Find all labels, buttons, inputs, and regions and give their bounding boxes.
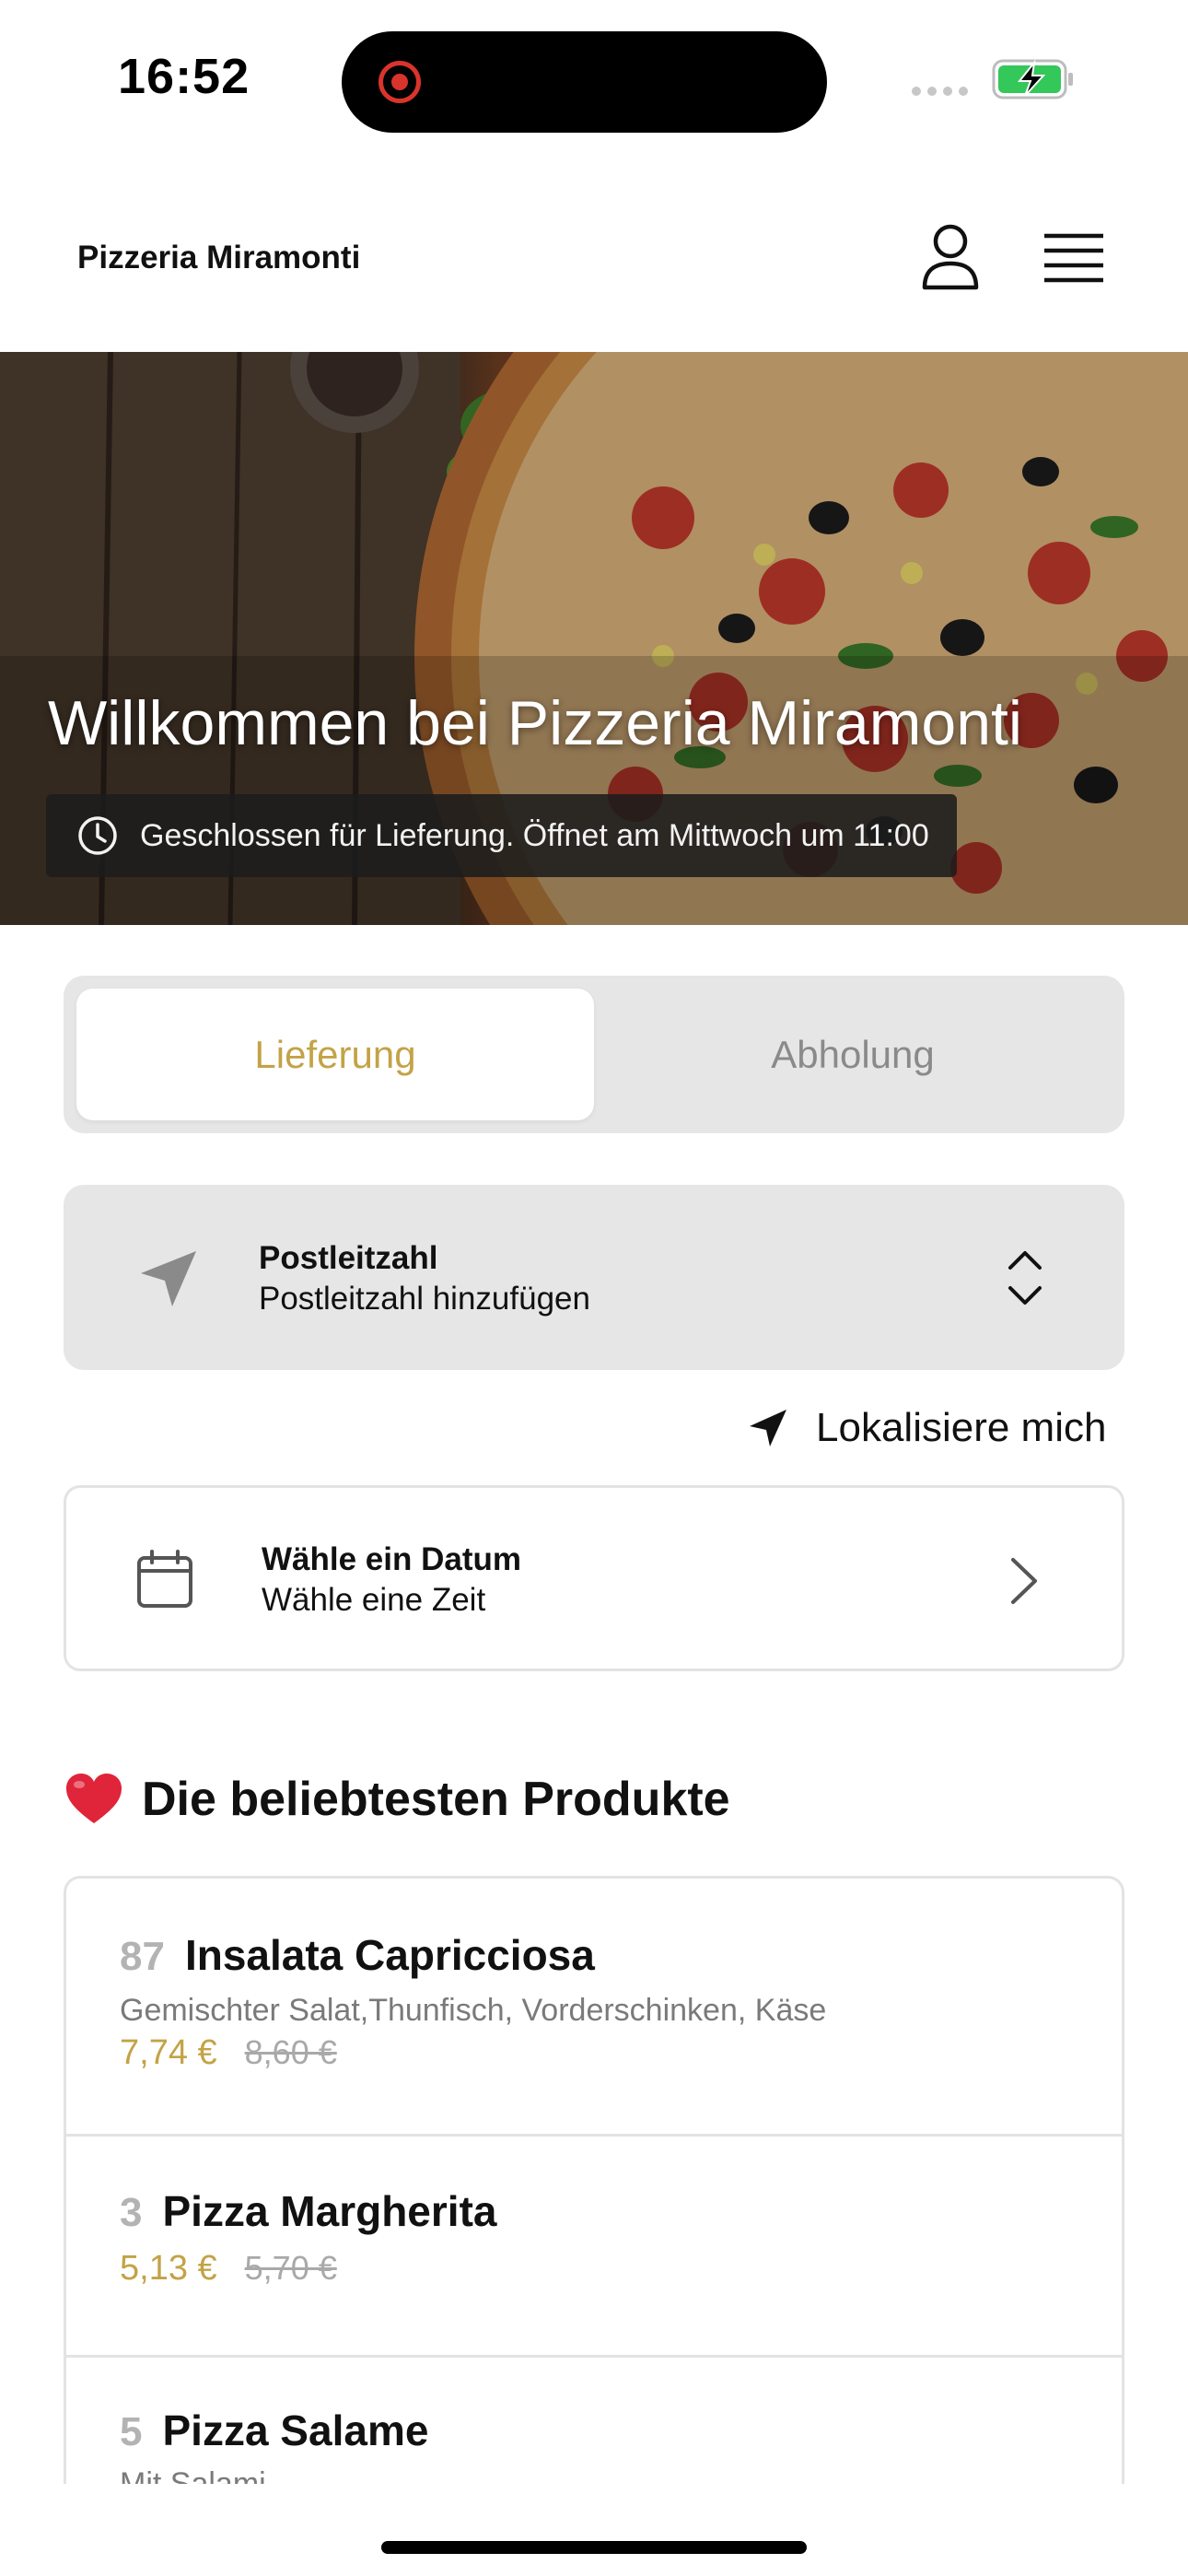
tab-pickup[interactable]: Abholung	[594, 989, 1112, 1120]
postal-code-placeholder: Postleitzahl hinzufügen	[259, 1281, 590, 1317]
list-item[interactable]: 87 Insalata Capricciosa Gemischter Salat…	[66, 1879, 1122, 2137]
popular-products-list: 87 Insalata Capricciosa Gemischter Salat…	[64, 1876, 1124, 2484]
clock-icon	[78, 816, 117, 855]
postal-code-selector[interactable]: Postleitzahl Postleitzahl hinzufügen	[64, 1185, 1124, 1370]
list-item[interactable]: 3 Pizza Margherita 5,13 € 5,70 €	[66, 2137, 1122, 2358]
navigation-arrow-icon	[141, 1251, 196, 1306]
product-name: Insalata Capricciosa	[184, 1931, 595, 1979]
chevron-up-down-icon	[1008, 1251, 1042, 1305]
locate-me-label: Lokalisiere mich	[816, 1405, 1107, 1450]
app-header: Pizzeria Miramonti	[0, 184, 1188, 352]
product-number: 87	[120, 1934, 165, 1979]
user-account-icon[interactable]	[914, 221, 987, 295]
product-price: 5,13 €	[120, 2249, 217, 2288]
product-old-price: 5,70 €	[244, 2249, 337, 2287]
dynamic-island	[342, 31, 827, 133]
opening-status-badge: Geschlossen für Lieferung. Öffnet am Mit…	[46, 794, 957, 877]
list-item[interactable]: 5 Pizza Salame Mit Salami	[66, 2358, 1122, 2484]
hero-title: Willkommen bei Pizzeria Miramonti	[48, 688, 1023, 758]
battery-charging-icon	[992, 59, 1073, 100]
hamburger-menu-icon[interactable]	[1037, 227, 1111, 291]
opening-status-text: Geschlossen für Lieferung. Öffnet am Mit…	[140, 817, 929, 853]
home-indicator[interactable]	[381, 2541, 807, 2554]
product-name: Pizza Margherita	[162, 2187, 497, 2235]
date-label: Wähle ein Datum	[262, 1541, 521, 1577]
product-name: Pizza Salame	[162, 2406, 429, 2454]
product-description: Mit Salami	[120, 2466, 266, 2484]
product-price: 7,74 €	[120, 2033, 217, 2072]
status-bar: 16:52	[0, 0, 1188, 157]
heart-icon	[66, 1774, 122, 1823]
hero-banner: Willkommen bei Pizzeria Miramonti Geschl…	[0, 352, 1188, 925]
location-arrow-icon	[750, 1410, 786, 1446]
locate-me-button[interactable]: Lokalisiere mich	[748, 1400, 1106, 1456]
product-number: 5	[120, 2409, 143, 2454]
tab-delivery[interactable]: Lieferung	[76, 989, 594, 1120]
calendar-icon	[137, 1550, 192, 1608]
product-number: 3	[120, 2190, 143, 2235]
brand-name[interactable]: Pizzeria Miramonti	[77, 240, 360, 276]
product-old-price: 8,60 €	[244, 2033, 337, 2071]
postal-code-label: Postleitzahl	[259, 1240, 438, 1276]
cellular-signal-icon	[912, 87, 968, 96]
popular-products-heading: Die beliebtesten Produkte	[64, 1767, 730, 1832]
order-mode-toggle: Lieferung Abholung	[64, 976, 1124, 1133]
status-time: 16:52	[118, 49, 250, 104]
date-time-selector[interactable]: Wähle ein Datum Wähle eine Zeit	[64, 1485, 1124, 1671]
screen-recording-icon	[379, 61, 421, 103]
time-label: Wähle eine Zeit	[262, 1582, 486, 1618]
product-description: Gemischter Salat,Thunfisch, Vorderschink…	[120, 1993, 827, 2028]
chevron-right-icon	[1011, 1558, 1037, 1604]
section-title: Die beliebtesten Produkte	[142, 1773, 730, 1826]
